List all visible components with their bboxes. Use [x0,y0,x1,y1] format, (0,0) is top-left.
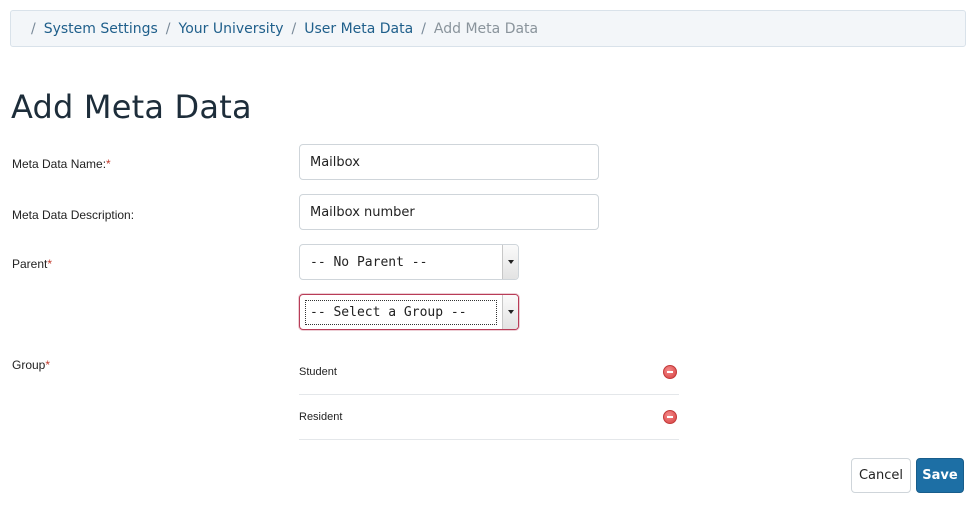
meta-data-name-label-text: Meta Data Name: [12,157,107,171]
meta-data-description-label: Meta Data Description: [12,208,134,222]
meta-data-name-input[interactable]: Mailbox [299,144,599,180]
required-mark: * [45,358,51,372]
group-item-label: Student [299,366,337,378]
select-arrow [502,295,518,329]
breadcrumb-separator: / [421,20,426,37]
chevron-down-icon [507,260,514,264]
cancel-button[interactable]: Cancel [851,458,911,493]
group-item-label: Resident [299,411,343,423]
breadcrumb-link-system-settings[interactable]: System Settings [44,21,158,37]
chevron-down-icon [507,310,514,314]
group-select[interactable]: -- Select a Group -- [299,294,519,330]
required-mark: * [106,157,111,171]
group-label: Group* [12,358,50,372]
remove-icon[interactable] [663,410,677,424]
breadcrumb-link-user-meta-data[interactable]: User Meta Data [304,21,413,37]
group-label-text: Group [12,358,46,372]
meta-data-description-input[interactable]: Mailbox number [299,194,599,230]
group-list-item: Resident [299,395,679,440]
breadcrumb-link-your-university[interactable]: Your University [179,21,284,37]
page-title: Add Meta Data [11,88,252,126]
parent-select-value: -- No Parent -- [310,254,428,270]
breadcrumb: / System Settings / Your University / Us… [10,10,966,47]
breadcrumb-separator: / [291,20,297,37]
parent-select[interactable]: -- No Parent -- [299,244,519,280]
breadcrumb-separator: / [165,20,171,37]
meta-data-description-value: Mailbox number [310,204,415,220]
meta-data-description-label-text: Meta Data Description: [12,208,135,222]
group-select-value: -- Select a Group -- [310,304,467,320]
parent-label-text: Parent [12,257,48,271]
breadcrumb-separator: / [31,20,36,37]
meta-data-name-label: Meta Data Name:* [12,157,111,171]
parent-label: Parent* [12,257,52,271]
remove-icon[interactable] [663,365,677,379]
select-arrow [502,245,518,279]
breadcrumb-current: Add Meta Data [433,20,539,37]
group-list-item: Student [299,350,679,395]
required-mark: * [47,257,53,271]
meta-data-name-value: Mailbox [310,154,360,170]
save-button[interactable]: Save [916,458,964,493]
